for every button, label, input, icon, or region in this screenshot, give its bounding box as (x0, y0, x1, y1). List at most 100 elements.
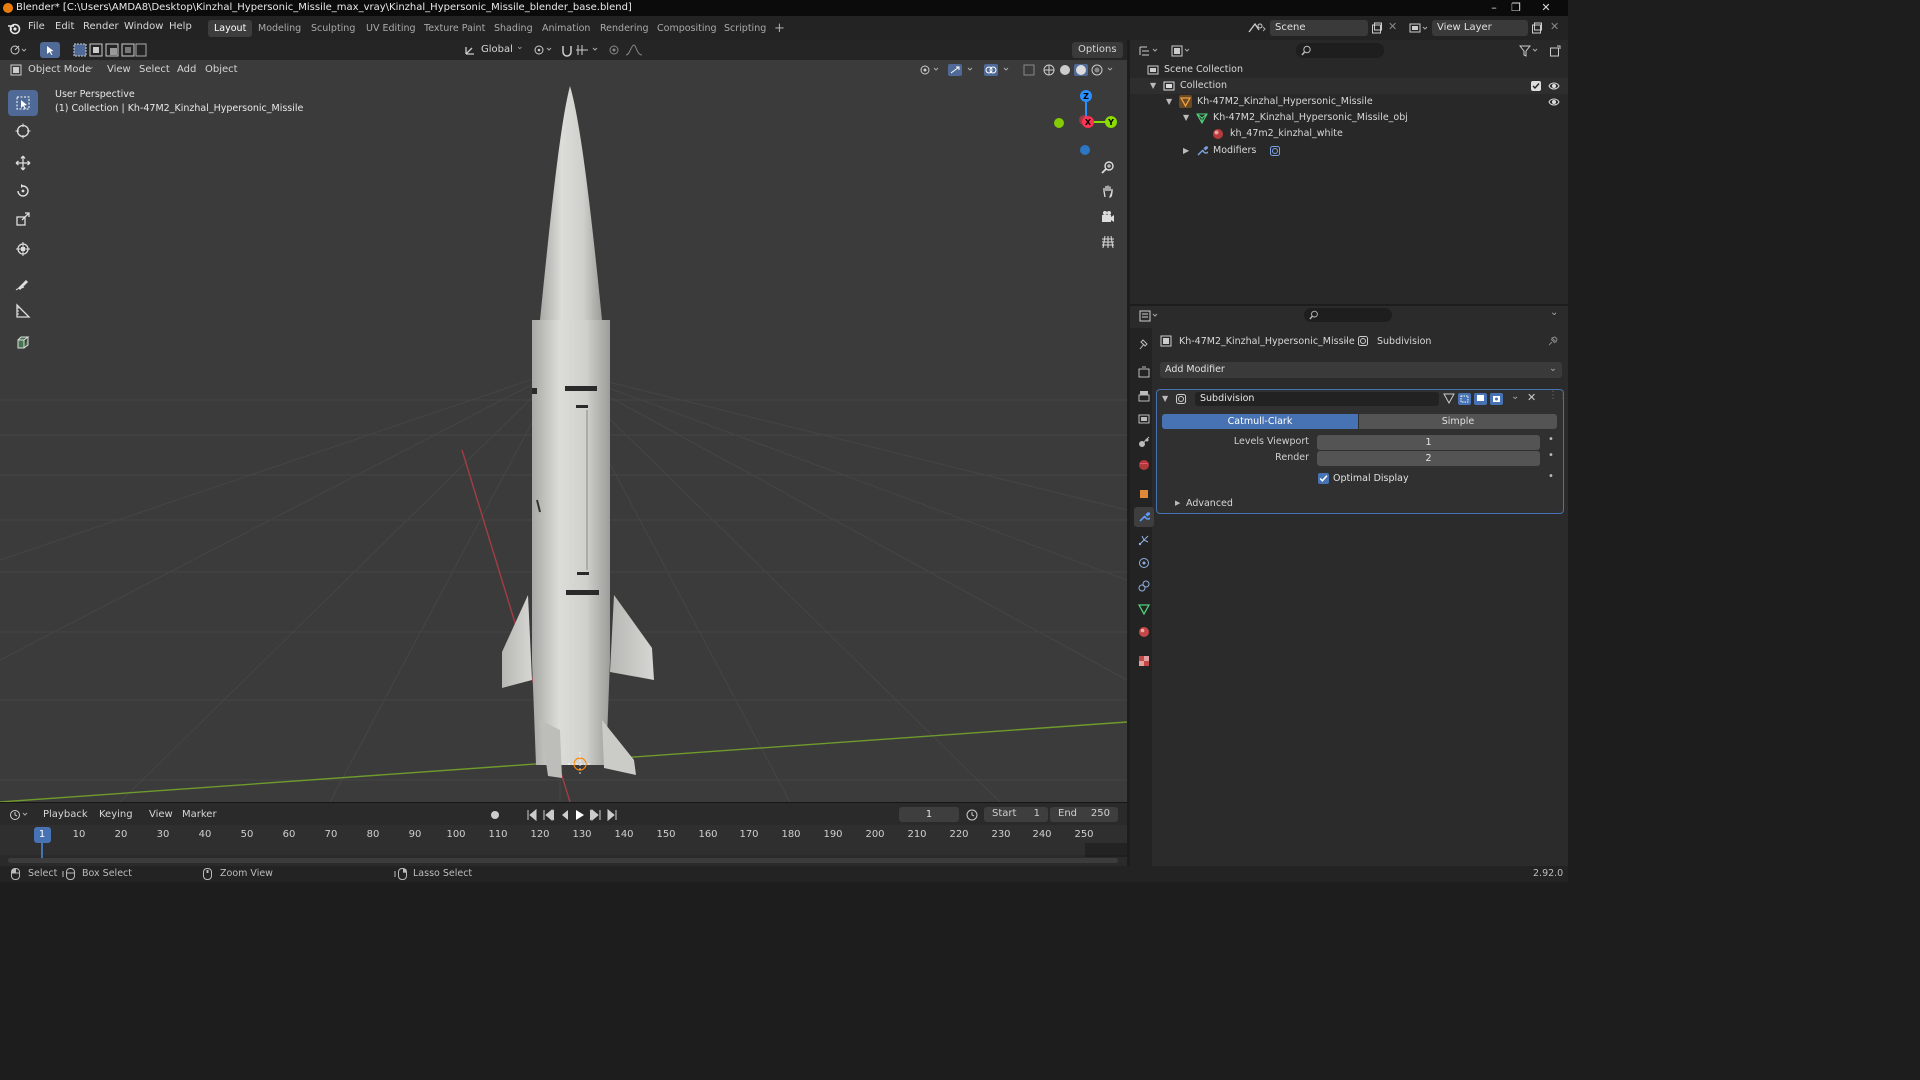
maximize-button[interactable]: ❐ (1505, 0, 1527, 16)
selection-mode-icons[interactable] (72, 43, 148, 57)
timeline-menu-view[interactable]: View (149, 807, 173, 823)
measure-tool[interactable] (8, 298, 38, 324)
properties-panel[interactable]: ⌄ Kh-47M2_Kinzhal_Hypersonic_Missile › S… (1130, 306, 1568, 866)
cursor-tool[interactable] (8, 118, 38, 144)
minimize-button[interactable]: – (1483, 0, 1505, 16)
chevron-down-icon[interactable]: ⌄ (1550, 307, 1558, 318)
timeline-editor-type-icon[interactable] (8, 808, 32, 822)
outliner-row-object[interactable]: ▼ Kh-47M2_Kinzhal_Hypersonic_Missile (1130, 94, 1568, 110)
outliner-row-collection[interactable]: ▼ Collection (1130, 78, 1568, 94)
render-levels-field[interactable]: 2 (1317, 451, 1540, 466)
transform-tool[interactable] (8, 236, 38, 262)
expand-arrow-icon[interactable]: ▼ (1166, 94, 1172, 110)
simple-toggle[interactable]: Simple (1359, 414, 1557, 429)
remove-modifier-icon[interactable]: ✕ (1527, 391, 1536, 404)
tab-scripting[interactable]: Scripting (718, 20, 772, 37)
outliner-row-material[interactable]: kh_47m2_kinzhal_white (1130, 126, 1568, 142)
navigation-gizmo[interactable]: Z Y X (1050, 90, 1120, 160)
zoom-view-icon[interactable] (1097, 156, 1119, 178)
select-tool-icon[interactable] (40, 42, 60, 58)
expand-arrow-icon[interactable]: ▼ (1150, 78, 1156, 94)
expand-arrow-icon[interactable]: ▶ (1183, 143, 1189, 159)
keyframe-dot-icon[interactable]: • (1548, 471, 1554, 482)
tab-constraints[interactable] (1134, 576, 1154, 596)
modifier-name-input[interactable]: Subdivision (1195, 392, 1439, 406)
remove-view-layer-icon[interactable]: ✕ (1550, 20, 1559, 33)
viewport-overlay-controls[interactable] (918, 63, 1118, 77)
annotate-tool[interactable] (8, 270, 38, 296)
outliner-editor-type-icon[interactable] (1138, 44, 1162, 58)
new-view-layer-icon[interactable] (1530, 21, 1544, 35)
object-visibility-eye-icon[interactable] (1548, 96, 1560, 108)
tab-render[interactable] (1134, 362, 1154, 382)
collection-visibility-eye-icon[interactable] (1548, 80, 1560, 92)
options-dropdown[interactable]: Options (1072, 42, 1123, 58)
modifier-extras-chevron-icon[interactable]: ⌄ (1511, 391, 1519, 402)
viewport-menu-add[interactable]: Add (177, 62, 196, 78)
viewport-menu-object[interactable]: Object (205, 62, 238, 78)
menu-help[interactable]: Help (169, 21, 192, 32)
drag-handle-icon[interactable]: ⋮⋮ (1548, 390, 1568, 401)
timeline-scrollbar[interactable] (8, 858, 1118, 863)
tab-sculpting[interactable]: Sculpting (305, 20, 361, 37)
properties-editor-type-icon[interactable] (1138, 309, 1162, 323)
levels-viewport-field[interactable]: 1 (1317, 435, 1540, 450)
scene-selector-icon[interactable] (1246, 21, 1268, 35)
tab-scene[interactable] (1134, 432, 1154, 452)
menu-window[interactable]: Window (124, 21, 163, 32)
modifier-toggle-icons[interactable] (1443, 392, 1507, 406)
collection-include-checkbox[interactable] (1531, 81, 1541, 91)
editor-type-icon[interactable] (8, 43, 30, 57)
end-frame-field[interactable]: End 250 (1050, 807, 1118, 822)
tab-modeling[interactable]: Modeling (252, 20, 307, 37)
new-collection-icon[interactable] (1548, 44, 1562, 58)
select-box-tool[interactable] (8, 90, 38, 116)
close-window-button[interactable]: ✕ (1535, 0, 1557, 16)
timeline-editor[interactable]: Playback Keying View Marker 1 Start 1 En… (0, 802, 1127, 866)
tab-layout[interactable]: Layout (208, 20, 253, 37)
move-tool[interactable] (8, 150, 38, 176)
transform-orientation-icon[interactable] (463, 43, 477, 57)
ortho-toggle-icon[interactable] (1097, 231, 1119, 253)
pan-view-icon[interactable] (1097, 180, 1119, 202)
remove-scene-icon[interactable]: ✕ (1388, 20, 1397, 33)
view-layer-name-field[interactable]: View Layer (1432, 20, 1528, 36)
expand-arrow-icon[interactable]: ▶ (1175, 499, 1180, 507)
object-mode-dropdown[interactable]: Object Mode (28, 62, 91, 78)
tab-world[interactable] (1134, 455, 1154, 475)
tab-tool[interactable] (1134, 334, 1154, 354)
timeline-menu-keying[interactable]: Keying (99, 807, 133, 823)
viewport-menu-select[interactable]: Select (139, 62, 170, 78)
playback-controls[interactable] (524, 808, 620, 822)
optimal-display-checkbox[interactable] (1318, 473, 1329, 484)
properties-search-input[interactable] (1304, 308, 1392, 322)
tab-particles[interactable] (1134, 530, 1154, 550)
advanced-subpanel-header[interactable]: Advanced (1186, 498, 1233, 509)
outliner-search-input[interactable] (1296, 43, 1384, 58)
timeline-menu-playback[interactable]: Playback (43, 807, 88, 823)
snap-icon[interactable] (560, 43, 604, 57)
tab-uv-editing[interactable]: UV Editing (360, 20, 422, 37)
3d-viewport[interactable]: Global ⌄ Options Object Mode ⌄ View Sele… (0, 40, 1127, 802)
tab-animation[interactable]: Animation (536, 20, 596, 37)
view-layer-icon[interactable] (1408, 21, 1430, 35)
camera-view-icon[interactable] (1097, 206, 1119, 228)
tab-object-data[interactable] (1134, 599, 1154, 619)
tab-rendering[interactable]: Rendering (594, 20, 655, 37)
outliner-row-mesh-data[interactable]: ▼ Kh-47M2_Kinzhal_Hypersonic_Missile_obj (1130, 110, 1568, 126)
preview-range-clock-icon[interactable] (965, 808, 979, 822)
blender-menu-icon[interactable] (7, 21, 21, 35)
catmull-clark-toggle[interactable]: Catmull-Clark (1162, 414, 1358, 429)
outliner-panel[interactable]: Scene Collection ▼ Collection ▼ Kh-47M2_… (1130, 40, 1568, 304)
outliner-row-modifiers[interactable]: ▶ Modifiers (1130, 143, 1568, 159)
proportional-editing-icon[interactable] (608, 43, 648, 57)
tab-physics[interactable] (1134, 553, 1154, 573)
record-icon[interactable] (489, 809, 501, 821)
tab-texture[interactable] (1134, 651, 1154, 671)
expand-arrow-icon[interactable]: ▼ (1183, 110, 1189, 126)
keyframe-dot-icon[interactable]: • (1548, 434, 1554, 445)
add-cube-tool[interactable] (8, 330, 38, 356)
new-scene-icon[interactable] (1370, 21, 1384, 35)
menu-render[interactable]: Render (83, 21, 119, 32)
display-mode-icon[interactable] (1170, 44, 1194, 58)
